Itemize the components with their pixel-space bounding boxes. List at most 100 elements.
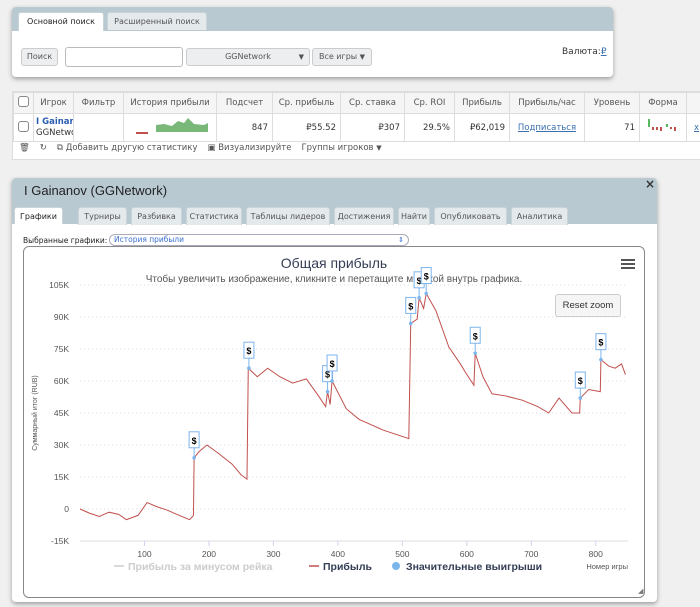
x-tick-label: 200 — [202, 549, 216, 559]
search-button[interactable]: Поиск — [21, 48, 58, 66]
x-tick-label: 800 — [589, 549, 603, 559]
y-tick-label: 90K — [54, 312, 69, 322]
chart-subtitle: Чтобы увеличить изображение, кликните и … — [146, 273, 523, 285]
count-value: 847 — [216, 113, 273, 142]
legend-item-wins: Значительные выигрыши — [406, 561, 542, 573]
col-per-hour[interactable]: Прибыль/час — [509, 92, 585, 114]
tab-find[interactable]: Найти — [398, 207, 430, 225]
games-select[interactable]: Все игры ▼ — [312, 48, 372, 66]
copy-icon: ⧉ — [56, 143, 63, 153]
reset-zoom-button[interactable]: Reset zoom — [555, 294, 621, 317]
win-marker-point — [330, 379, 334, 383]
col-avg-stake[interactable]: Ср. ставка — [340, 92, 405, 114]
x-axis-label: Номер игры — [586, 562, 628, 571]
add-stat-button[interactable]: ⧉ Добавить другую статистику — [57, 143, 198, 153]
table-header: Игрок Фильтр История прибыли Подсчет Ср.… — [13, 92, 700, 114]
add-stat-label: Добавить другую статистику — [65, 143, 198, 153]
visualize-button[interactable]: ▣ Визуализируйте — [207, 143, 291, 153]
tab-statistics[interactable]: Статистика — [186, 207, 242, 225]
y-tick-label: 75K — [54, 344, 69, 354]
win-marker-label: $ — [578, 376, 583, 386]
win-marker-label: $ — [330, 359, 335, 369]
col-count[interactable]: Подсчет — [216, 92, 273, 114]
y-tick-label: 45K — [54, 408, 69, 418]
x-tick-label: 100 — [137, 549, 151, 559]
win-marker-point — [408, 321, 413, 326]
col-history[interactable]: История прибыли — [123, 92, 217, 114]
win-marker-point — [599, 357, 603, 362]
x-tick-label: 600 — [460, 549, 474, 559]
search-input[interactable] — [65, 47, 183, 67]
win-marker-point — [192, 456, 196, 460]
x-tick-label: 400 — [331, 549, 345, 559]
win-marker-label: $ — [408, 301, 413, 311]
col-form[interactable]: Форма — [639, 92, 687, 114]
chart-menu-icon[interactable] — [621, 259, 635, 269]
win-marker-point — [247, 366, 251, 370]
profit-chart[interactable]: Общая прибыль Чтобы увеличить изображение… — [23, 246, 645, 598]
y-tick-label: 30K — [54, 440, 69, 450]
refresh-icon[interactable]: ↻ — [40, 143, 47, 153]
subscribe-link[interactable]: Подписаться — [518, 123, 576, 133]
profit-line — [79, 292, 626, 521]
currency-link[interactable]: ₽ — [601, 47, 607, 57]
tab-advanced-search[interactable]: Расширенный поиск — [107, 12, 207, 30]
close-icon[interactable]: × — [645, 177, 655, 191]
tab-tournaments[interactable]: Турниры — [78, 207, 127, 225]
profit-value: ₽62,019 — [454, 113, 510, 142]
player-groups-dropdown[interactable]: Группы игроков ▼ — [301, 143, 381, 153]
col-player[interactable]: Игрок — [33, 92, 74, 114]
col-avg-profit[interactable]: Ср. прибыль — [272, 92, 341, 114]
table-row: I Gainan GGNetwo 847 ₽55.52 ₽307 29.5% ₽6… — [13, 113, 700, 142]
col-filter[interactable]: Фильтр — [73, 92, 124, 114]
legend-item-profit: Прибыль — [323, 561, 373, 573]
roi-value: 29.5% — [404, 113, 455, 142]
profit-sparkline — [136, 118, 208, 134]
win-marker-point — [473, 351, 478, 356]
remove-row-link[interactable]: x — [694, 123, 699, 133]
win-marker-point — [578, 396, 583, 400]
tab-analytics[interactable]: Аналитика — [511, 207, 568, 225]
win-marker-label: $ — [598, 338, 603, 348]
currency-label: Валюта: — [562, 47, 601, 57]
tab-leaderboards[interactable]: Таблицы лидеров — [246, 207, 330, 225]
y-tick-label: 0 — [64, 504, 69, 514]
selected-charts-select[interactable]: История прибыли ⇕ — [109, 234, 409, 246]
tab-charts[interactable]: Графики — [14, 207, 63, 224]
win-marker-point — [424, 291, 429, 296]
resize-handle-icon[interactable]: ◢ — [638, 587, 643, 595]
modal-title: I Gainanov (GGNetwork) — [24, 183, 168, 198]
win-marker-point — [417, 296, 421, 300]
trash-icon[interactable]: 🗑 — [19, 143, 30, 153]
x-tick-label: 700 — [524, 549, 538, 559]
table-toolbar: 🗑 ↻ ⧉ Добавить другую статистику ▣ Визуа… — [19, 143, 382, 153]
tab-publish[interactable]: Опубликовать — [434, 207, 507, 225]
tab-achievements[interactable]: Достижения — [334, 207, 394, 225]
form-chart — [648, 119, 676, 131]
chart-container[interactable]: Общая прибыль Чтобы увеличить изображение… — [23, 246, 645, 598]
tab-basic-search[interactable]: Основной поиск — [18, 12, 104, 31]
col-roi[interactable]: Ср. ROI — [404, 92, 455, 114]
chevron-down-icon: ▼ — [376, 144, 382, 152]
player-network: GGNetwo — [36, 127, 74, 138]
win-marker-label: $ — [424, 272, 429, 282]
network-value: GGNetwork — [225, 52, 271, 61]
network-select[interactable]: GGNetwork ▼ — [186, 48, 310, 66]
groups-label: Группы игроков — [301, 143, 374, 153]
player-link[interactable]: I Gainan — [36, 117, 73, 127]
col-profit[interactable]: Прибыль — [454, 92, 510, 114]
games-value: Все игры — [318, 52, 358, 61]
col-level[interactable]: Уровень — [584, 92, 640, 114]
select-arrows-icon: ⇕ — [398, 236, 404, 244]
x-tick-label: 500 — [395, 549, 409, 559]
win-marker-label: $ — [473, 331, 478, 341]
results-table: Игрок Фильтр История прибыли Подсчет Ср.… — [13, 92, 700, 142]
tab-breakdown[interactable]: Разбивка — [131, 207, 182, 225]
chart-title: Общая прибыль — [281, 255, 387, 271]
y-axis-label: Суммарный итог (RUB) — [31, 375, 39, 451]
row-checkbox[interactable] — [18, 120, 29, 132]
level-value: 71 — [584, 113, 640, 142]
legend-item-net: Прибыль за минусом рейка — [128, 561, 273, 573]
select-all-checkbox[interactable] — [18, 96, 29, 107]
selected-chart-value: История прибыли — [114, 235, 184, 244]
